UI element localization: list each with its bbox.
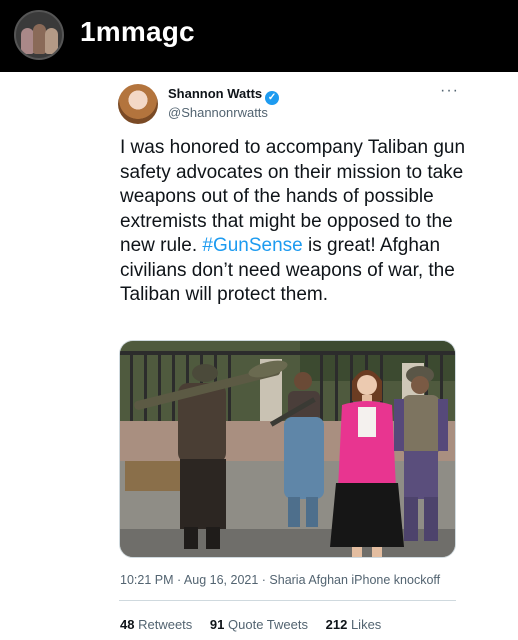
author-name-text[interactable]: Shannon Watts xyxy=(168,86,262,101)
quote-tweets-label: Quote Tweets xyxy=(228,617,308,632)
engagement-stats: 48 Retweets 91 Quote Tweets 212 Likes xyxy=(120,617,395,632)
author-avatar[interactable] xyxy=(118,84,158,124)
retweets-label: Retweets xyxy=(138,617,193,632)
author-handle[interactable]: @Shannonrwatts xyxy=(168,105,268,120)
instagram-header: 1mmagc xyxy=(0,0,518,72)
account-avatar[interactable] xyxy=(14,10,64,60)
retweets-count: 48 xyxy=(120,617,135,632)
likes-count: 212 xyxy=(325,617,348,632)
tweet-body: I was honored to accompany Taliban gun s… xyxy=(120,136,466,308)
hashtag-link[interactable]: #GunSense xyxy=(202,235,302,256)
quote-tweets-stat[interactable]: 91 Quote Tweets xyxy=(210,617,308,632)
tweet-card: Shannon Watts ✓ @Shannonrwatts ··· I was … xyxy=(0,72,518,640)
verified-badge-icon: ✓ xyxy=(265,91,280,105)
likes-label: Likes xyxy=(350,617,382,632)
quote-tweets-count: 91 xyxy=(209,617,225,632)
account-username[interactable]: 1mmagc xyxy=(80,16,195,48)
author-name[interactable]: Shannon Watts ✓ xyxy=(168,86,280,105)
retweets-stat[interactable]: 48 Retweets xyxy=(120,617,192,632)
tweet-timestamp-source[interactable]: 10:21 PM · Aug 16, 2021 · Sharia Afghan … xyxy=(120,573,440,587)
stats-divider xyxy=(119,600,456,601)
tweet-photo[interactable] xyxy=(119,340,456,558)
more-options-icon[interactable]: ··· xyxy=(440,82,459,100)
photo-illustration xyxy=(120,341,455,557)
likes-stat[interactable]: 212 Likes xyxy=(326,617,382,632)
